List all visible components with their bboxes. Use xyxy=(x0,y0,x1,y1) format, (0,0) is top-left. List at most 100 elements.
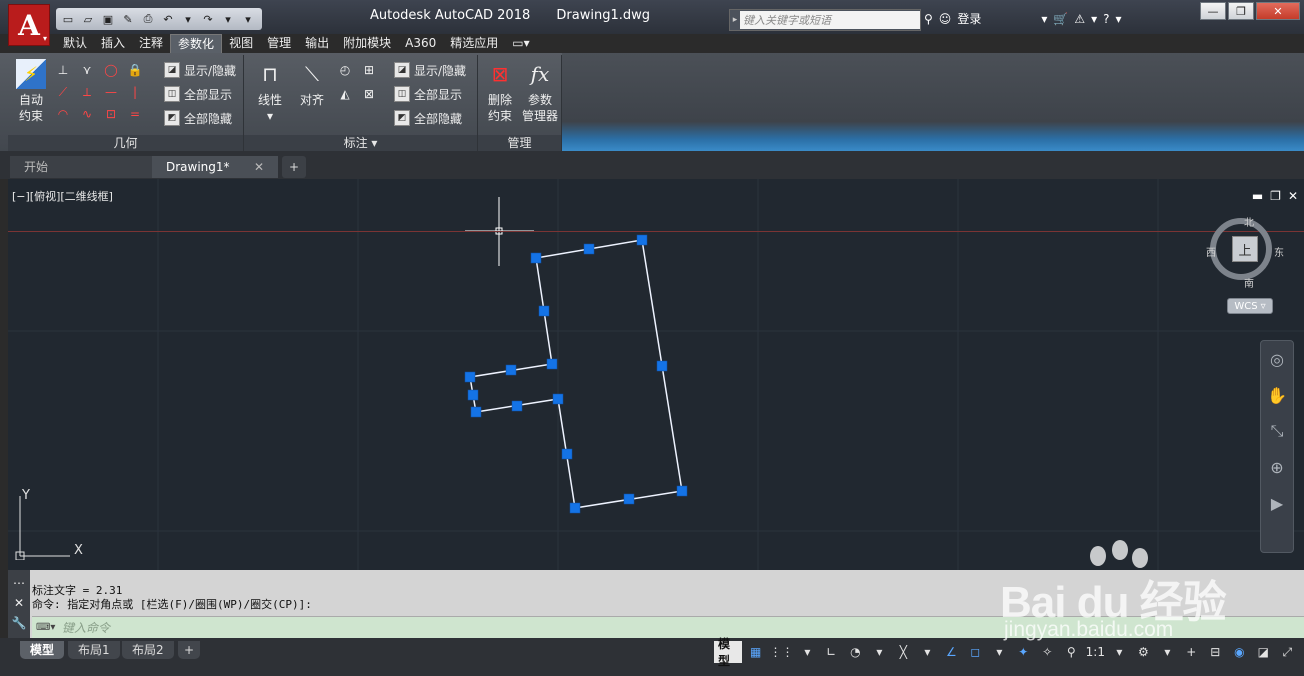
grip[interactable] xyxy=(552,393,564,405)
showmotion-icon[interactable]: ▶ xyxy=(1261,485,1293,521)
annotation-scale-value[interactable]: 1:1 xyxy=(1085,641,1105,663)
angular-dimension-icon[interactable]: ◴ xyxy=(336,61,354,79)
workspace-dropdown-icon[interactable]: ▾ xyxy=(1157,641,1177,663)
compass-east[interactable]: 东 xyxy=(1274,244,1284,259)
viewport-minimize-icon[interactable]: ▬ xyxy=(1252,189,1263,203)
dim-show-all-button[interactable]: ◫ 全部显示 xyxy=(394,84,462,104)
pan-hand-icon[interactable]: ✋ xyxy=(1261,377,1293,413)
aligned-dimension-button[interactable]: ⟍ 对齐 xyxy=(294,59,330,108)
login-dropdown-icon[interactable]: ▾ xyxy=(1041,12,1047,26)
auto-scale-icon[interactable]: ✧ xyxy=(1037,641,1057,663)
new-tab-button[interactable]: + xyxy=(282,156,306,178)
wcs-menu[interactable]: WCS ▿ xyxy=(1227,298,1273,314)
tab-view[interactable]: 视图 xyxy=(222,34,260,53)
tab-default[interactable]: 默认 xyxy=(56,34,94,53)
file-tab-drawing1[interactable]: Drawing1* ✕ xyxy=(152,156,278,178)
grip[interactable] xyxy=(538,305,550,317)
cart-icon[interactable]: 🛒 xyxy=(1053,12,1068,26)
collinear-icon[interactable]: ⋎ xyxy=(78,61,96,79)
parallel-icon[interactable]: ⟋ xyxy=(54,83,72,101)
compass-south[interactable]: 南 xyxy=(1244,275,1254,290)
model-space-toggle[interactable]: 模型 xyxy=(714,637,742,668)
login-button[interactable]: 登录 xyxy=(957,10,981,27)
workspace-gear-icon[interactable]: ⚙ xyxy=(1133,641,1153,663)
redo-icon[interactable]: ↷ xyxy=(200,11,216,27)
ortho-icon[interactable]: ∟ xyxy=(821,641,841,663)
grip-points[interactable] xyxy=(464,234,688,514)
viewcube-top-face[interactable]: 上 xyxy=(1232,236,1258,262)
tangent-icon[interactable]: ◠ xyxy=(54,105,72,123)
orbit-icon[interactable]: ⊕ xyxy=(1261,449,1293,485)
new-file-icon[interactable]: ▭ xyxy=(60,11,76,27)
tab-annotate[interactable]: 注释 xyxy=(132,34,170,53)
convert-dimension-icon[interactable]: ⊞ xyxy=(360,61,378,79)
grip[interactable] xyxy=(464,371,476,383)
layout-tab-layout2[interactable]: 布局2 xyxy=(122,641,174,659)
a360-icon[interactable]: ⚠ xyxy=(1074,12,1085,26)
viewport-close-icon[interactable]: ✕ xyxy=(1288,189,1298,203)
grip[interactable] xyxy=(656,360,668,372)
binoculars-icon[interactable]: ⚲ xyxy=(924,12,933,26)
geometry-panel-title[interactable]: 几何 xyxy=(8,135,243,151)
coincident-icon[interactable]: ⊥ xyxy=(54,61,72,79)
close-icon[interactable]: ✕ xyxy=(1256,2,1300,20)
redo-dropdown-icon[interactable]: ▾ xyxy=(220,11,236,27)
save-as-icon[interactable]: ✎ xyxy=(120,11,136,27)
save-icon[interactable]: ▣ xyxy=(100,11,116,27)
dim-show-hide-button[interactable]: ◪ 显示/隐藏 xyxy=(394,60,466,80)
grip[interactable] xyxy=(470,406,482,418)
restore-icon[interactable]: ❐ xyxy=(1228,2,1254,20)
grip[interactable] xyxy=(505,364,517,376)
application-menu-button[interactable]: A ▾ xyxy=(8,4,50,46)
grip[interactable] xyxy=(623,493,635,505)
search-input[interactable] xyxy=(740,11,920,29)
viewport-restore-icon[interactable]: ❐ xyxy=(1270,189,1281,203)
search-box[interactable]: ▸ xyxy=(729,9,921,31)
hardware-acceleration-icon[interactable]: ◪ xyxy=(1253,641,1273,663)
geom-hide-all-button[interactable]: ◩ 全部隐藏 xyxy=(164,108,232,128)
dimension-panel-title[interactable]: 标注 ▾ xyxy=(244,135,477,151)
snap-icon[interactable]: ⋮⋮ xyxy=(770,641,794,663)
linear-dimension-button[interactable]: ⊓ 线性 ▾ xyxy=(252,59,288,124)
geom-show-all-button[interactable]: ◫ 全部显示 xyxy=(164,84,232,104)
tab-addins[interactable]: 附加模块 xyxy=(336,34,398,53)
minimize-icon[interactable]: — xyxy=(1200,2,1226,20)
vertical-icon[interactable]: | xyxy=(126,83,144,101)
compass-north[interactable]: 北 xyxy=(1244,214,1254,229)
grip[interactable] xyxy=(561,448,573,460)
isodraft-icon[interactable]: ╳ xyxy=(893,641,913,663)
clean-screen-icon[interactable]: ⤢ xyxy=(1277,641,1297,663)
selected-polyline[interactable] xyxy=(469,239,683,509)
polar-dropdown-icon[interactable]: ▾ xyxy=(869,641,889,663)
annotation-visibility-icon[interactable]: ✦ xyxy=(1013,641,1033,663)
geom-show-hide-button[interactable]: ◪ 显示/隐藏 xyxy=(164,60,236,80)
grip-dots-icon[interactable]: ⋯ xyxy=(8,576,30,590)
help-button[interactable]: ? xyxy=(1103,12,1109,26)
tab-manage[interactable]: 管理 xyxy=(260,34,298,53)
close-tab-icon[interactable]: ✕ xyxy=(254,156,264,178)
diameter-dimension-icon[interactable]: ⊠ xyxy=(360,85,378,103)
parameters-manager-button[interactable]: fx 参数 管理器 xyxy=(518,59,562,124)
command-prompt-icon[interactable]: ⌨▾ xyxy=(32,622,62,633)
symmetric-icon[interactable]: ⊡ xyxy=(102,105,120,123)
grip[interactable] xyxy=(511,400,523,412)
a360-dropdown-icon[interactable]: ▾ xyxy=(1091,12,1097,26)
grip[interactable] xyxy=(569,502,581,514)
add-layout-button[interactable]: + xyxy=(178,641,200,659)
user-icon[interactable]: ☺ xyxy=(939,12,952,26)
layout-tab-layout1[interactable]: 布局1 xyxy=(68,641,120,659)
grip[interactable] xyxy=(676,485,688,497)
concentric-icon[interactable]: ◯ xyxy=(102,61,120,79)
delete-constraints-button[interactable]: ⊠ 删除 约束 xyxy=(482,59,518,124)
file-tab-start[interactable]: 开始 xyxy=(10,156,152,178)
polar-icon[interactable]: ◔ xyxy=(845,641,865,663)
object-snap-dropdown-icon[interactable]: ▾ xyxy=(989,641,1009,663)
tab-insert[interactable]: 插入 xyxy=(94,34,132,53)
drawing-canvas[interactable] xyxy=(8,179,1304,570)
perpendicular-icon[interactable]: ⟂ xyxy=(78,83,96,101)
fix-lock-icon[interactable]: 🔒 xyxy=(126,61,144,79)
grip[interactable] xyxy=(530,252,542,264)
viewcube[interactable]: 上 北 南 东 西 xyxy=(1206,218,1284,290)
tab-featured-apps[interactable]: 精选应用 xyxy=(443,34,505,53)
command-window-grip[interactable]: ⋯ ✕ 🔧 xyxy=(8,570,30,638)
